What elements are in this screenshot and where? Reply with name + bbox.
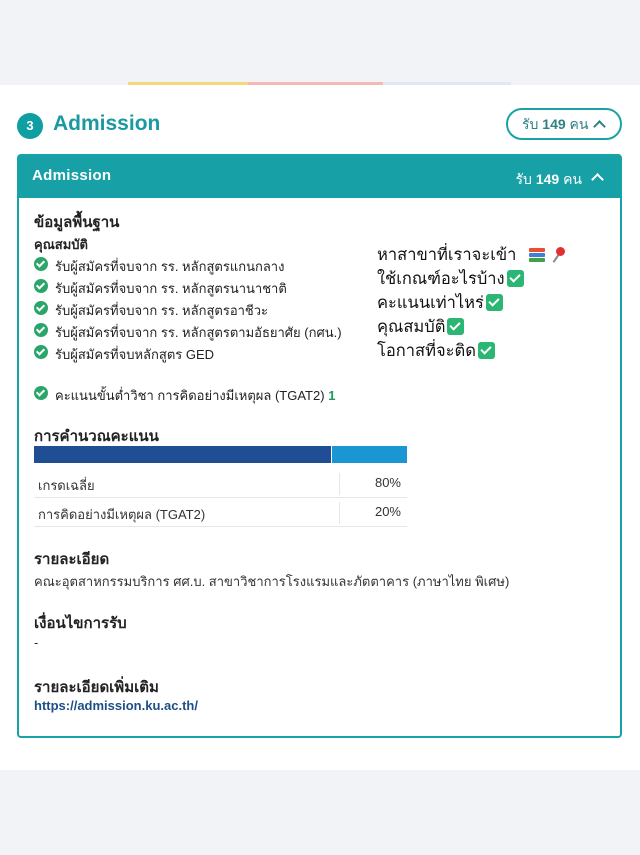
section-title: Admission [53,112,161,135]
qualification-text: รับผู้สมัครที่จบจาก รร. หลักสูตรตามอัธยา… [55,325,342,340]
overlay-text: ใช้เกณฑ์อะไรบ้าง [377,270,505,288]
pill-count: 149 [542,116,566,132]
qualification-text: รับผู้สมัครที่จบหลักสูตร GED [55,347,215,362]
basic-info-heading: ข้อมูลพื้นฐาน [34,214,120,231]
quota-suffix: คน [563,171,582,187]
min-score-line: คะแนนขั้นต่ำวิชา การคิดอย่างมีเหตุผล (TG… [55,385,335,406]
admission-card: Admission รับ 149 คน ข้อมูลพื้นฐาน คุณสม… [17,154,622,738]
pill-suffix: คน [569,116,589,132]
weight-bar [34,446,407,463]
check-circle-icon [34,345,48,359]
qualification-text: รับผู้สมัครที่จบจาก รร. หลักสูตรอาชีวะ [55,303,269,318]
details-text: คณะอุตสาหกรรมบริการ ศศ.บ. สาขาวิชาการโรง… [34,574,510,589]
weight-value: 20% [374,504,401,519]
check-circle-icon [34,386,48,400]
qualification-text: รับผู้สมัครที่จบจาก รร. หลักสูตรแกนกลาง [55,259,285,274]
weight-bar-segment-tgat2 [332,446,407,463]
chevron-up-icon [593,120,606,133]
admission-link[interactable]: https://admission.ku.ac.th/ [34,698,198,713]
pushpin-icon [552,247,566,263]
overlay-text: คะแนนเท่าไหร่ [377,294,484,312]
weight-row: เกรดเฉลี่ย 80% [34,469,407,498]
pill-prefix: รับ [522,116,539,132]
books-icon [528,248,545,262]
check-mark-button-icon [477,342,495,359]
row-separator [339,502,340,524]
quota-count: 149 [535,171,560,187]
section-number-badge: 3 [17,113,43,139]
weight-value: 80% [374,475,401,490]
row-separator [339,473,340,495]
check-circle-icon [34,279,48,293]
weight-bar-segment-gpa [34,446,331,463]
overlay-text: คุณสมบัติ [377,318,446,336]
overlay-text: โอกาสที่จะติด [377,342,476,360]
overlay-line: ใช้เกณฑ์อะไรบ้าง [377,267,566,291]
weight-row: การคิดอย่างมีเหตุผล (TGAT2) 20% [34,498,407,527]
card-title: Admission [32,167,112,184]
check-mark-button-icon [506,270,524,287]
check-mark-button-icon [447,318,465,335]
card-quota: รับ 149 คน [516,169,582,191]
overlay-line: คุณสมบัติ [377,315,566,339]
quota-prefix: รับ [515,171,532,187]
overlay-line: โอกาสที่จะติด [377,339,566,363]
qualification-text: รับผู้สมัครที่จบจาก รร. หลักสูตรนานาชาติ [55,281,287,296]
check-mark-button-icon [485,294,503,311]
overlay-line: คะแนนเท่าไหร่ [377,291,566,315]
conditions-heading: เงื่อนไขการรับ [34,615,127,632]
qualification-heading: คุณสมบัติ [34,237,88,252]
details-heading: รายละเอียด [34,551,110,568]
overlay-text: หาสาขาที่เราจะเข้า [377,246,517,264]
calc-heading: การคำนวณคะแนน [34,428,159,445]
weight-label: การคิดอย่างมีเหตุผล (TGAT2) [38,507,206,522]
check-circle-icon [34,257,48,271]
more-details-heading: รายละเอียดเพิ่มเติม [34,679,159,696]
card-header[interactable]: Admission รับ 149 คน [19,156,620,198]
conditions-text: - [34,635,39,650]
weight-label: เกรดเฉลี่ย [38,478,95,493]
check-circle-icon [34,301,48,315]
overlay-annotation: หาสาขาที่เราจะเข้า ใช้เกณฑ์อะไรบ้าง คะแน… [377,243,566,363]
min-score-label: คะแนนขั้นต่ำวิชา การคิดอย่างมีเหตุผล (TG… [55,388,325,403]
top-background [0,0,640,83]
overlay-line: หาสาขาที่เราจะเข้า [377,243,566,267]
section-header: 3 Admission รับ 149 คน [17,108,622,144]
min-score-value: 1 [328,388,336,403]
collapse-toggle-button[interactable]: รับ 149 คน [506,108,622,140]
bottom-background [0,770,640,855]
check-circle-icon [34,323,48,337]
chevron-up-icon [591,173,604,186]
